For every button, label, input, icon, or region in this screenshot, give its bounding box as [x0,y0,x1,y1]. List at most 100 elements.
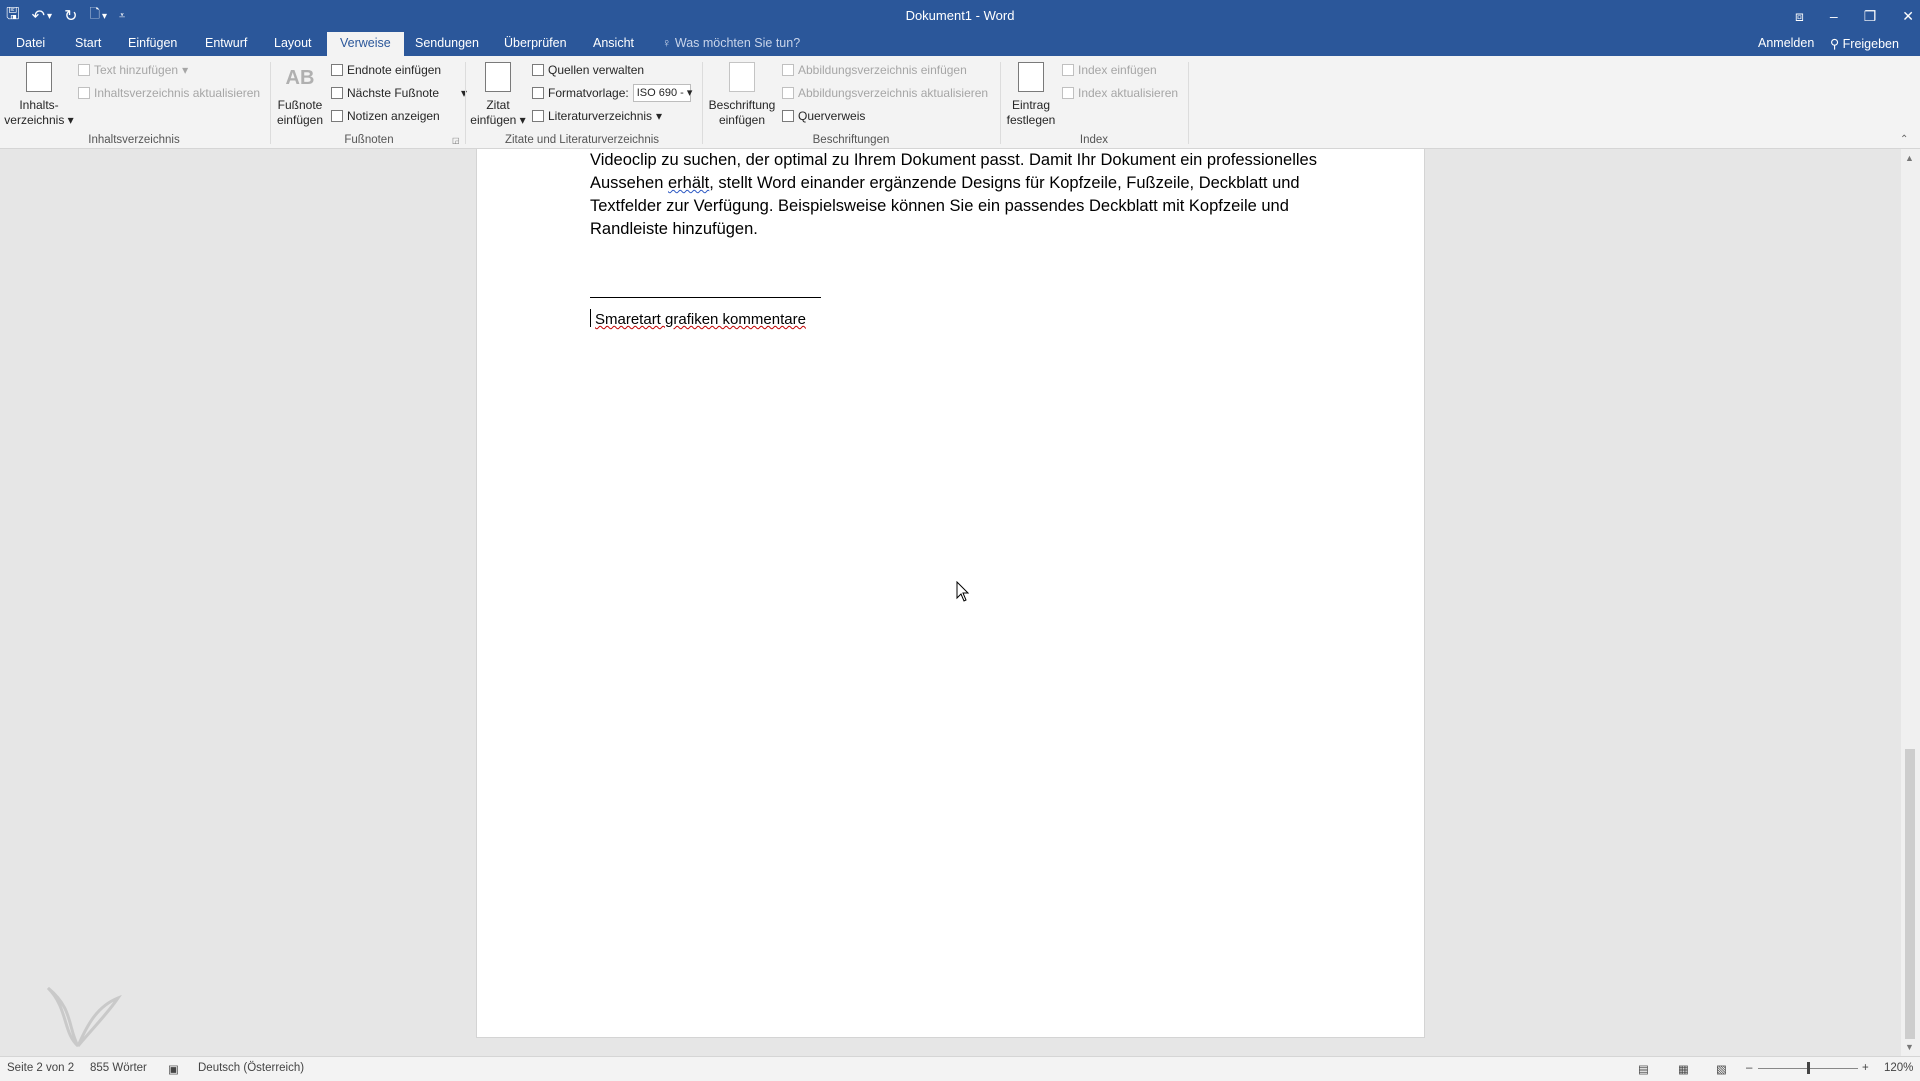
crossref-button[interactable]: Querverweis [782,109,865,123]
status-bar: Seite 2 von 2 855 Wörter ▣ Deutsch (Öste… [0,1056,1920,1081]
footnote-icon: AB [285,67,315,89]
title-bar: 🖫 ↶ ▾ ↻ 🗋 ▾ ⩡ Dokument1 - Word ⧈ – ❐ ✕ [0,0,1920,32]
update-toc-button[interactable]: Inhaltsverzeichnis aktualisieren [78,86,260,100]
toc-label-2: verzeichnis ▾ [4,113,74,127]
add-text-button[interactable]: Text hinzufügen ▾ [78,63,188,77]
insert-footnote-button[interactable]: AB Fußnote einfügen [274,62,326,128]
zoom-slider-thumb[interactable] [1807,1062,1810,1074]
update-tof-icon [782,87,794,99]
word-count[interactable]: 855 Wörter [90,1062,147,1074]
toc-button[interactable]: Inhalts- verzeichnis ▾ [4,62,74,128]
read-mode-icon[interactable]: ▤ [1638,1062,1649,1076]
citation-icon [485,62,511,92]
vertical-scrollbar[interactable]: ▲ ▼ [1901,149,1920,1056]
manage-sources-icon [532,64,544,76]
watermark-logo-icon [46,986,122,1048]
insert-index-button[interactable]: Index einfügen [1062,63,1157,77]
caption-icon [729,62,755,92]
ribbon: Inhalts- verzeichnis ▾ Text hinzufügen ▾… [0,56,1920,149]
insert-citation-button[interactable]: Zitat einfügen ▾ [468,62,528,128]
share-label: Freigeben [1842,37,1899,51]
paragraph-line: Aussehen erhält, stellt Word einander er… [590,174,1300,192]
toc-label-1: Inhalts- [19,98,59,112]
crossref-icon [782,110,794,122]
style-dropdown[interactable]: ISO 690 - ▾ [632,84,692,102]
show-notes-icon [331,110,343,122]
tab-ueberpruefen[interactable]: Überprüfen [504,36,567,50]
ribbon-display-options-icon[interactable]: ⧈ [1795,8,1804,25]
insert-index-icon [1062,64,1074,76]
language-indicator[interactable]: Deutsch (Österreich) [198,1062,304,1074]
tab-sendungen[interactable]: Sendungen [415,36,479,50]
tab-verweise[interactable]: Verweise [327,32,404,56]
signin-link[interactable]: Anmelden [1758,36,1814,50]
update-toc-icon [78,87,90,99]
update-index-icon [1062,87,1074,99]
window-controls: ⧈ – ❐ ✕ [1795,0,1914,32]
mark-entry-icon [1018,62,1044,92]
web-layout-icon[interactable]: ▧ [1716,1062,1727,1076]
restore-icon[interactable]: ❐ [1864,8,1877,25]
paragraph-line: Randleiste hinzufügen. [590,220,758,238]
zoom-out-button[interactable]: – [1746,1062,1752,1074]
dialog-launcher-icon[interactable]: ◲ [452,136,460,145]
footnote-text[interactable]: Smaretart grafiken kommentare [590,309,806,328]
style-icon [532,87,544,99]
next-footnote-button[interactable]: Nächste Fußnote ▾ [331,86,467,100]
group-label-citations: Zitate und Literaturverzeichnis [504,134,660,146]
bibliography-icon [532,110,544,122]
mark-entry-button[interactable]: Eintrag festlegen [1002,62,1060,128]
close-icon[interactable]: ✕ [1902,8,1914,25]
person-icon: ⚲ [1830,37,1843,51]
bibliography-button[interactable]: Literaturverzeichnis ▾ [532,109,662,123]
tab-datei[interactable]: Datei [16,36,45,50]
manage-sources-button[interactable]: Quellen verwalten [532,63,644,77]
page-count[interactable]: Seite 2 von 2 [7,1062,74,1074]
grammar-flagged-word[interactable]: erhält [668,174,709,192]
tell-me-text: Was möchten Sie tun? [674,36,801,50]
tell-me-box[interactable]: ♀ Was möchten Sie tun? [662,36,800,50]
document-body[interactable]: Videoclip zu suchen, der optimal zu Ihre… [590,149,1320,241]
ribbon-tabs: Datei Start Einfügen Entwurf Layout Verw… [0,32,1920,56]
show-notes-button[interactable]: Notizen anzeigen [331,109,440,123]
insert-endnote-button[interactable]: Endnote einfügen [331,63,441,77]
group-label-footnotes: Fußnoten [344,134,394,146]
footnote-separator [590,297,821,298]
group-separator [465,62,466,144]
group-label-captions: Beschriftungen [812,134,890,146]
proofing-icon[interactable]: ▣ [168,1062,179,1076]
minimize-icon[interactable]: – [1830,8,1838,24]
scroll-down-icon[interactable]: ▼ [1905,1042,1914,1052]
footnote-content: Smaretart grafiken kommentare [595,311,806,328]
print-layout-icon[interactable]: ▦ [1678,1062,1689,1076]
endnote-icon [331,64,343,76]
window-title: Dokument1 - Word [905,8,1015,23]
group-label-index: Index [1079,134,1109,146]
group-separator [702,62,703,144]
scroll-up-icon[interactable]: ▲ [1905,153,1914,163]
next-footnote-icon [331,87,343,99]
group-label-toc: Inhaltsverzeichnis [88,134,180,146]
update-index-button[interactable]: Index aktualisieren [1062,86,1178,100]
tab-layout[interactable]: Layout [274,36,312,50]
group-separator [1188,62,1189,144]
style-selector: Formatvorlage: ISO 690 - ▾ [532,84,692,102]
zoom-level[interactable]: 120% [1884,1062,1913,1074]
paragraph-line: Textfelder zur Verfügung. Beispielsweise… [590,197,1289,215]
zoom-in-button[interactable]: + [1862,1062,1869,1074]
tab-start[interactable]: Start [75,36,101,50]
update-tof-button[interactable]: Abbildungsverzeichnis aktualisieren [782,86,988,100]
insert-tof-button[interactable]: Abbildungsverzeichnis einfügen [782,63,967,77]
tab-entwurf[interactable]: Entwurf [205,36,247,50]
tab-einfuegen[interactable]: Einfügen [128,36,177,50]
paragraph-line: Videoclip zu suchen, der optimal zu Ihre… [590,151,1317,169]
lightbulb-icon: ♀ [662,36,675,50]
document-page[interactable]: Videoclip zu suchen, der optimal zu Ihre… [476,149,1425,1038]
toc-icon [26,62,52,92]
collapse-ribbon-icon[interactable]: ⌃ [1900,134,1908,145]
tab-ansicht[interactable]: Ansicht [593,36,634,50]
insert-caption-button[interactable]: Beschriftung einfügen [706,62,778,128]
insert-tof-icon [782,64,794,76]
share-button[interactable]: ⚲ Freigeben [1830,36,1899,51]
scroll-thumb[interactable] [1905,749,1915,1039]
